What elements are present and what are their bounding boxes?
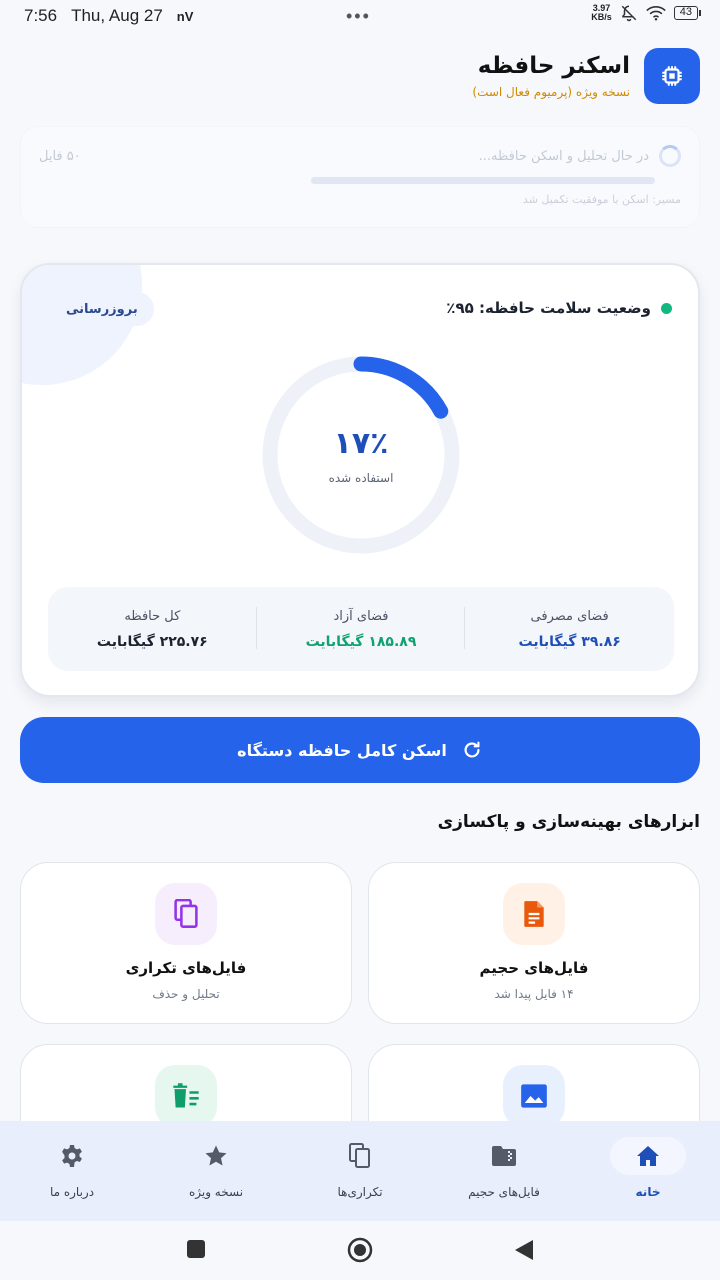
star-icon xyxy=(178,1137,254,1175)
nav-label: فایل‌های حجیم xyxy=(468,1185,540,1199)
nav-label: نسخه ویژه xyxy=(188,1185,244,1199)
net-speed: 3.97 KB/s xyxy=(591,3,612,22)
gear-icon xyxy=(34,1137,110,1175)
app-header: اسکنر حافظه نسخه ویژه (پرمیوم فعال است) xyxy=(472,48,700,104)
health-dot-icon xyxy=(661,302,672,314)
scan-status: در حال تحلیل و اسکن حافظه... xyxy=(478,148,649,164)
nav-about[interactable]: درباره ما xyxy=(0,1137,144,1199)
nav-premium[interactable]: نسخه ویژه xyxy=(144,1137,288,1199)
scan-progress-card: در حال تحلیل و اسکن حافظه... ۵۰ فایل مسی… xyxy=(20,126,700,228)
stat-value: ۱۸۵.۸۹ گیگابایت xyxy=(305,633,417,650)
nav-label: خانه xyxy=(635,1185,661,1199)
status-time: 7:56 xyxy=(24,6,58,25)
bell-off-icon xyxy=(621,5,637,22)
back-icon[interactable] xyxy=(514,1239,534,1261)
used-caption: استفاده شده xyxy=(328,470,394,485)
battery-indicator: 43 xyxy=(673,6,702,20)
copy-icon xyxy=(322,1137,398,1175)
stat-total: کل حافظه ۲۲۵.۷۶ گیگابایت xyxy=(48,587,257,671)
status-date: Thu, Aug 27 xyxy=(71,6,163,25)
document-icon xyxy=(503,883,565,945)
full-scan-label: اسکن کامل حافظه دستگاه xyxy=(237,740,447,760)
trash-list-icon xyxy=(155,1065,217,1127)
chip-icon xyxy=(644,48,700,104)
stat-value: ۳۹.۸۶ گیگابایت xyxy=(518,633,621,650)
health-status: وضعیت سلامت حافظه: ۹۵٪ xyxy=(446,299,672,317)
home-icon xyxy=(610,1137,686,1175)
stat-free: فضای آزاد ۱۸۵.۸۹ گیگابایت xyxy=(257,587,466,671)
scan-path: مسیر: اسکن با موفقیت تکمیل شد xyxy=(522,193,681,206)
more-dots: ••• xyxy=(346,6,371,26)
nav-duplicates[interactable]: تکراری‌ها xyxy=(288,1137,432,1199)
recents-icon[interactable] xyxy=(186,1239,206,1259)
page-title: اسکنر حافظه xyxy=(477,53,630,79)
health-label: وضعیت سلامت حافظه: ۹۵٪ xyxy=(446,299,651,317)
stat-used: فضای مصرفی ۳۹.۸۶ گیگابایت xyxy=(465,587,674,671)
system-nav-bar xyxy=(0,1221,720,1280)
tool-subtitle: ۱۴ فایل پیدا شد xyxy=(494,987,574,1001)
stat-value: ۲۲۵.۷۶ گیگابایت xyxy=(96,633,208,650)
stat-label: فضای مصرفی xyxy=(530,608,609,624)
nav-label: تکراری‌ها xyxy=(337,1185,383,1199)
home-circle-icon[interactable] xyxy=(347,1237,373,1263)
large-files-card[interactable]: فایل‌های حجیم ۱۴ فایل پیدا شد xyxy=(368,862,700,1024)
storage-stats: فضای مصرفی ۳۹.۸۶ گیگابایت فضای آزاد ۱۸۵.… xyxy=(48,587,674,671)
used-percent: ۱۷٪ xyxy=(333,425,389,461)
tools-section-title: ابزارهای بهینه‌سازی و پاکسازی xyxy=(437,812,700,832)
nav-home[interactable]: خانه xyxy=(576,1137,720,1199)
scan-progress-bar xyxy=(311,177,655,184)
carrier-badge: nV xyxy=(176,8,194,24)
refresh-icon xyxy=(464,741,480,758)
nav-label: درباره ما xyxy=(49,1185,95,1199)
wifi-icon xyxy=(646,6,666,21)
refresh-button[interactable]: بروزرسانی xyxy=(50,292,154,326)
status-bar: 7:56 Thu, Aug 27 nV ••• 3.97 KB/s 43 xyxy=(0,0,720,32)
duplicate-files-card[interactable]: فایل‌های تکراری تحلیل و حذف xyxy=(20,862,352,1024)
scan-file-count: ۵۰ فایل xyxy=(39,148,81,164)
full-scan-button[interactable]: اسکن کامل حافظه دستگاه xyxy=(20,717,700,783)
tool-subtitle: تحلیل و حذف xyxy=(152,987,220,1001)
copy-icon xyxy=(155,883,217,945)
bottom-nav: خانه فایل‌های حجیم تکراری‌ها نسخه ویژه د… xyxy=(0,1121,720,1221)
stat-label: کل حافظه xyxy=(124,608,181,624)
tool-title: فایل‌های تکراری xyxy=(125,959,247,977)
spinner-icon xyxy=(659,145,681,167)
storage-card: وضعیت سلامت حافظه: ۹۵٪ بروزرسانی ۱۷٪ است… xyxy=(20,263,700,697)
tool-title: فایل‌های حجیم xyxy=(479,959,589,977)
nav-large-files[interactable]: فایل‌های حجیم xyxy=(432,1137,576,1199)
folder-zip-icon xyxy=(466,1137,542,1175)
premium-subtitle: نسخه ویژه (پرمیوم فعال است) xyxy=(472,85,630,99)
image-icon xyxy=(503,1065,565,1127)
stat-label: فضای آزاد xyxy=(333,608,389,624)
gauge-text: ۱۷٪ استفاده شده xyxy=(261,355,461,555)
